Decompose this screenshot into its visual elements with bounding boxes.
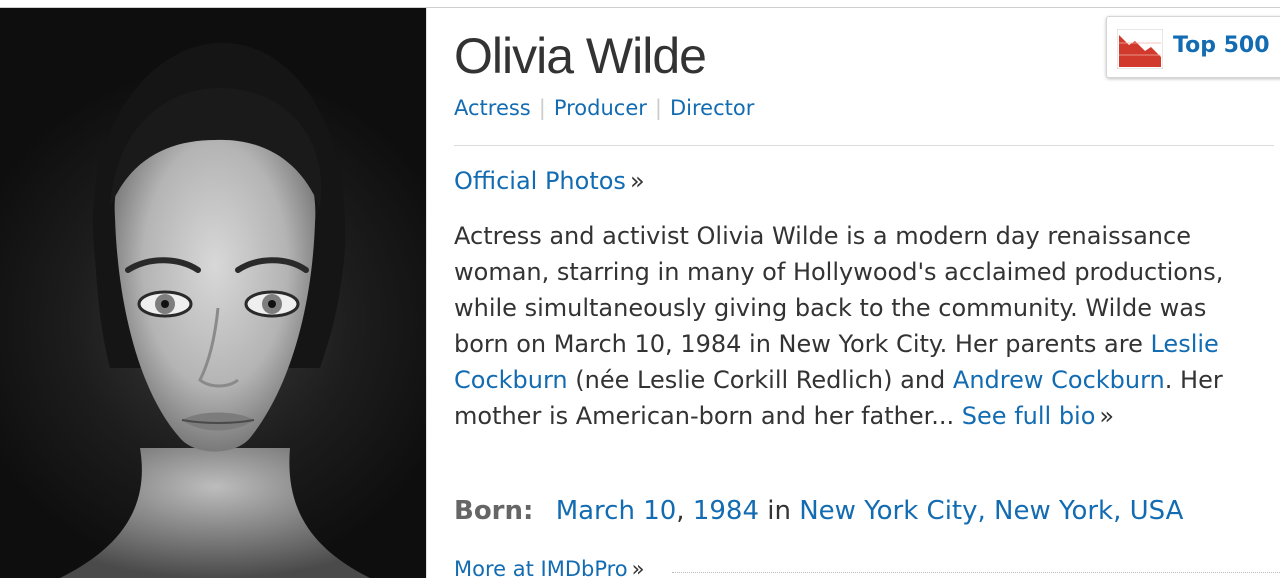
birth-date-link[interactable]: March 10 xyxy=(556,496,677,526)
job-separator: | xyxy=(538,96,546,120)
born-comma: , xyxy=(676,496,685,526)
born-info: Born: March 10, 1984 in New York City, N… xyxy=(454,495,1183,527)
top500-badge[interactable]: Top 500 xyxy=(1106,16,1280,78)
bio-text: Actress and activist Olivia Wilde is a m… xyxy=(454,222,1224,358)
starmeter-chart-icon xyxy=(1117,29,1163,69)
birth-place-link[interactable]: New York City, New York, USA xyxy=(799,496,1183,526)
raquo-glyph: » xyxy=(1099,402,1115,430)
person-name: Olivia Wilde xyxy=(454,28,707,84)
bio-summary: Actress and activist Olivia Wilde is a m… xyxy=(454,218,1266,434)
dotted-divider xyxy=(672,572,1280,573)
photo-divider xyxy=(426,8,427,578)
official-photos-link[interactable]: Official Photos xyxy=(454,167,626,195)
job-producer-link[interactable]: Producer xyxy=(554,96,647,120)
job-actress-link[interactable]: Actress xyxy=(454,96,531,120)
job-separator: | xyxy=(654,96,662,120)
official-photos: Official Photos» xyxy=(454,166,645,196)
header-divider xyxy=(454,145,1274,146)
profile-photo[interactable] xyxy=(0,8,426,578)
raquo-glyph: » xyxy=(629,167,645,195)
job-director-link[interactable]: Director xyxy=(670,96,754,120)
bio-father-link[interactable]: Andrew Cockburn xyxy=(953,366,1165,394)
more-at-imdbpro: More at IMDbPro» xyxy=(454,555,645,583)
top-border xyxy=(0,0,1280,8)
see-full-bio-link[interactable]: See full bio xyxy=(962,402,1096,430)
born-label: Born: xyxy=(454,496,534,526)
more-at-imdbpro-link[interactable]: More at IMDbPro xyxy=(454,557,628,581)
portrait-illustration xyxy=(60,42,370,578)
bio-text: (née Leslie Corkill Redlich) and xyxy=(567,366,953,394)
top500-label: Top 500 xyxy=(1173,33,1270,58)
birth-year-link[interactable]: 1984 xyxy=(693,496,759,526)
job-categories: Actress | Producer | Director xyxy=(454,94,754,122)
born-in-text: in xyxy=(767,496,791,526)
raquo-glyph: » xyxy=(631,557,645,581)
